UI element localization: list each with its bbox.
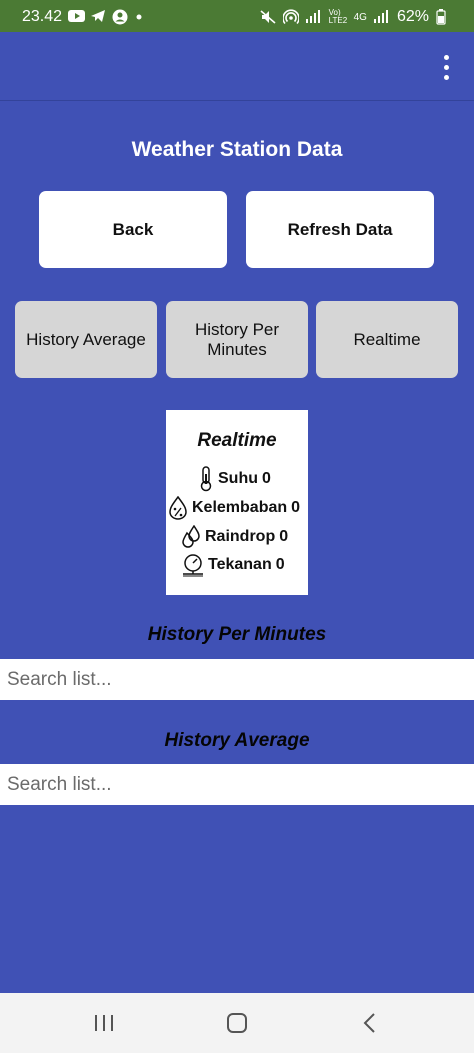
back-button[interactable]: Back bbox=[39, 191, 227, 268]
back-nav-icon[interactable] bbox=[355, 1010, 385, 1036]
more-vert-icon[interactable] bbox=[434, 52, 458, 82]
network-label: Vo) LTE2 bbox=[328, 8, 348, 25]
refresh-data-button[interactable]: Refresh Data bbox=[246, 191, 434, 268]
status-right: Vo) LTE2 4G 62% bbox=[260, 8, 452, 26]
sensor-label: Kelembaban bbox=[192, 499, 288, 516]
realtime-card: Realtime Suhu 0 Kelembaban 0 Raindrop 0 … bbox=[166, 410, 308, 595]
battery-icon bbox=[436, 9, 452, 25]
home-icon[interactable] bbox=[222, 1010, 252, 1036]
system-nav-bar bbox=[0, 993, 474, 1053]
thermometer-icon bbox=[198, 466, 214, 492]
account-icon bbox=[112, 9, 128, 25]
signal-icon bbox=[373, 9, 390, 25]
sensor-row-suhu: Suhu 0 bbox=[198, 466, 271, 492]
history-per-minutes-title: History Per Minutes bbox=[147, 624, 327, 645]
sensor-label: Suhu bbox=[218, 470, 258, 487]
history-per-minutes-search-input[interactable] bbox=[0, 659, 474, 700]
page-title: Weather Station Data bbox=[131, 138, 343, 161]
history-average-title: History Average bbox=[164, 730, 310, 751]
status-bar: 23.42 Vo) LTE2 4G 62% bbox=[0, 0, 474, 32]
history-average-search-input[interactable] bbox=[0, 764, 474, 805]
sensor-value: 0 bbox=[275, 556, 285, 573]
sensor-row-tekanan: Tekanan 0 bbox=[182, 553, 285, 577]
pressure-gauge-icon bbox=[182, 553, 204, 577]
signal-icon bbox=[305, 9, 322, 25]
status-time: 23.42 bbox=[22, 8, 63, 25]
sensor-value: 0 bbox=[291, 499, 301, 516]
sensor-label: Raindrop bbox=[205, 528, 276, 545]
sensor-value: 0 bbox=[262, 470, 271, 487]
mute-icon bbox=[260, 9, 276, 25]
hotspot-icon bbox=[281, 9, 300, 25]
realtime-card-title: Realtime bbox=[197, 430, 277, 451]
sensor-label: Tekanan bbox=[208, 556, 272, 573]
telegram-icon bbox=[90, 9, 106, 25]
youtube-icon bbox=[68, 9, 86, 25]
sensor-row-raindrop: Raindrop 0 bbox=[181, 525, 288, 549]
realtime-button[interactable]: Realtime bbox=[316, 301, 458, 378]
raindrop-icon bbox=[181, 525, 201, 549]
status-left: 23.42 bbox=[22, 8, 150, 26]
battery-percent: 62% bbox=[396, 8, 429, 25]
dot-icon bbox=[134, 9, 150, 25]
history-average-button[interactable]: History Average bbox=[15, 301, 157, 378]
history-per-minutes-button[interactable]: History Per Minutes bbox=[166, 301, 308, 378]
network-type: 4G bbox=[353, 11, 367, 23]
sensor-row-kelembaban: Kelembaban 0 bbox=[168, 496, 300, 520]
sensor-value: 0 bbox=[279, 528, 289, 545]
humidity-icon bbox=[168, 496, 188, 520]
app-bar bbox=[0, 32, 474, 101]
recents-icon[interactable] bbox=[89, 1010, 119, 1036]
